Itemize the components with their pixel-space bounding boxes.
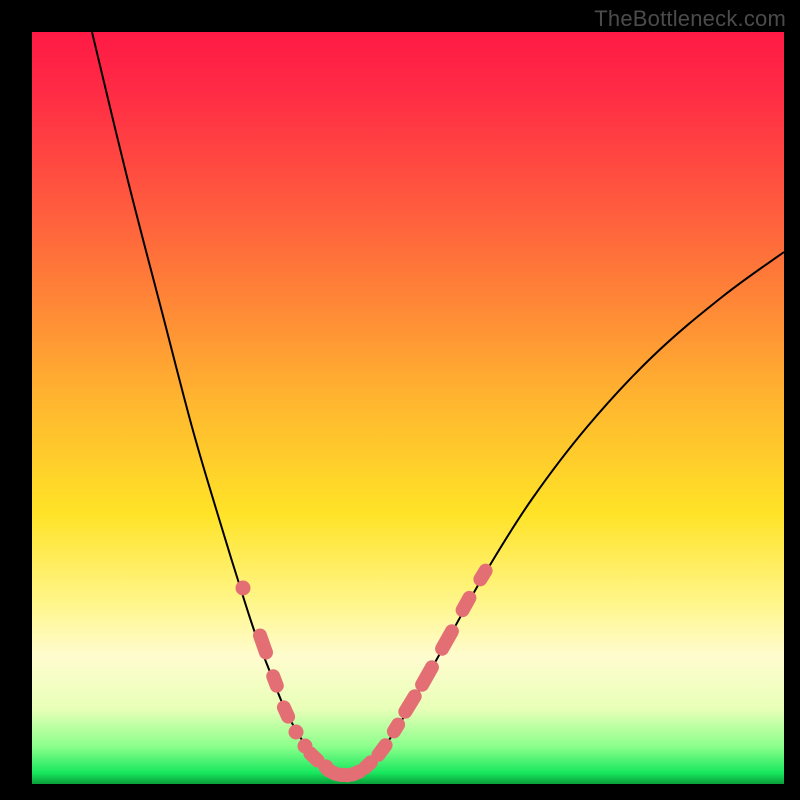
data-marker bbox=[310, 754, 317, 761]
data-marker bbox=[463, 598, 470, 610]
data-marker bbox=[442, 631, 452, 648]
chart-svg bbox=[32, 32, 784, 784]
data-marker bbox=[260, 636, 266, 653]
data-marker bbox=[480, 571, 485, 580]
data-marker bbox=[284, 707, 288, 716]
data-marker bbox=[352, 772, 359, 775]
watermark-text: TheBottleneck.com bbox=[594, 6, 786, 32]
data-marker bbox=[365, 762, 371, 767]
data-marker bbox=[394, 725, 398, 732]
chart-frame: TheBottleneck.com bbox=[0, 0, 800, 800]
data-marker bbox=[405, 696, 414, 711]
data-marker bbox=[273, 676, 277, 685]
data-marker bbox=[422, 667, 432, 684]
markers-right bbox=[365, 571, 486, 768]
bottleneck-curve bbox=[92, 32, 784, 775]
plot-area bbox=[32, 32, 784, 784]
data-marker bbox=[378, 745, 385, 755]
data-marker bbox=[236, 581, 251, 596]
data-marker bbox=[289, 725, 304, 740]
markers-bottom bbox=[328, 770, 359, 775]
markers-left bbox=[236, 581, 334, 775]
